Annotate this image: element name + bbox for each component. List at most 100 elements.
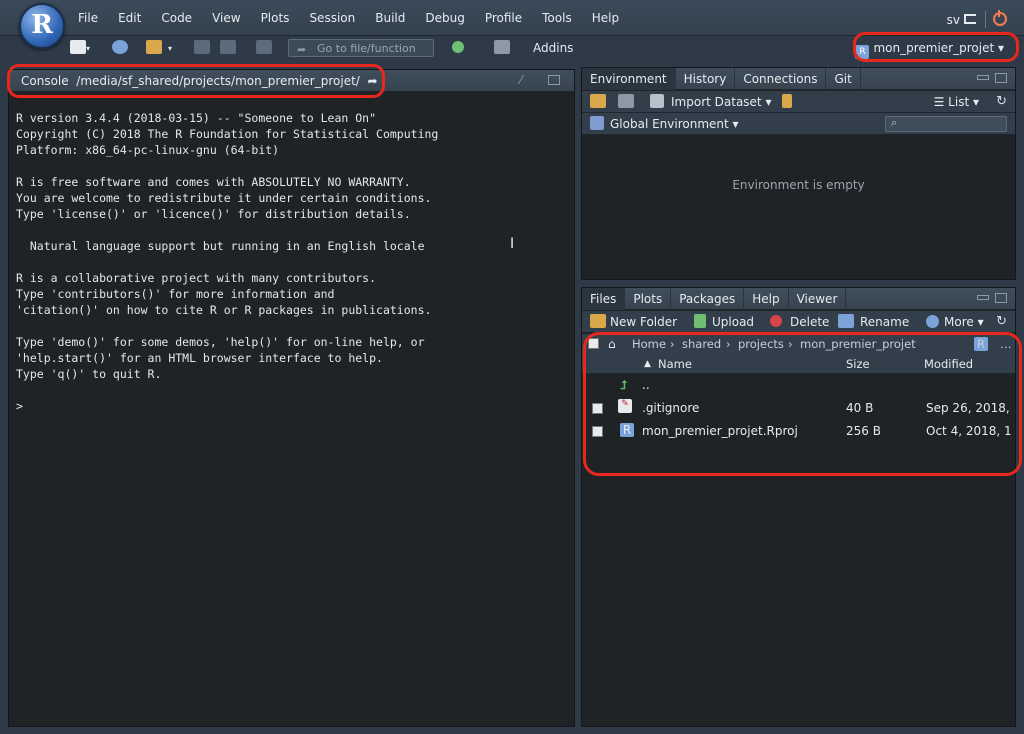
breadcrumb: ⌂ Home › shared › projects › mon_premier… — [582, 334, 1015, 354]
maximize-icon[interactable] — [995, 73, 1007, 83]
rstudio-logo: R — [19, 3, 65, 49]
files-tabbar: Files Plots Packages Help Viewer — [582, 288, 1015, 310]
maximize-icon[interactable] — [995, 293, 1007, 303]
rproj-icon: R — [620, 423, 634, 437]
files-pane: Files Plots Packages Help Viewer New Fol… — [581, 287, 1016, 727]
menu-tools[interactable]: Tools — [542, 11, 572, 25]
tab-help[interactable]: Help — [744, 288, 789, 310]
delete-button[interactable]: Delete — [790, 315, 829, 329]
chevron-down-icon[interactable]: ▾ — [86, 44, 94, 53]
menu-bar: File Edit Code View Plots Session Build … — [0, 0, 1024, 36]
tab-environment[interactable]: Environment — [582, 68, 676, 90]
save-icon[interactable] — [194, 40, 210, 54]
env-search-input[interactable]: ⌕ — [885, 116, 1007, 132]
files-toolbar: New Folder Upload Delete Rename More ▾ ↻ — [582, 311, 1015, 333]
divider — [985, 11, 986, 28]
clear-console-icon[interactable]: ⁄ — [520, 73, 522, 87]
new-file-icon[interactable] — [70, 40, 86, 54]
load-workspace-icon[interactable] — [590, 94, 606, 108]
grid-layout-icon[interactable] — [494, 40, 510, 54]
open-file-icon[interactable] — [146, 40, 162, 54]
col-size[interactable]: Size — [846, 357, 870, 371]
sort-asc-icon: ▲ — [644, 359, 651, 369]
delete-icon — [770, 315, 782, 327]
breadcrumb-separator: › — [670, 337, 675, 351]
col-modified[interactable]: Modified — [924, 357, 973, 371]
git-icon[interactable] — [452, 41, 464, 53]
new-project-icon[interactable] — [112, 40, 128, 54]
menu-profile[interactable]: Profile — [485, 11, 522, 25]
maximize-icon[interactable] — [548, 75, 560, 85]
list-item[interactable]: ⮥ .. — [582, 374, 1015, 397]
tab-packages[interactable]: Packages — [671, 288, 745, 310]
files-header: ▲ Name Size Modified — [582, 354, 1015, 374]
menu-build[interactable]: Build — [375, 11, 405, 25]
menu-plots[interactable]: Plots — [261, 11, 290, 25]
tab-plots[interactable]: Plots — [625, 288, 672, 310]
select-all-checkbox[interactable] — [588, 338, 599, 349]
search-icon: ⌕ — [891, 116, 898, 129]
menu-session[interactable]: Session — [309, 11, 355, 25]
minimize-icon[interactable] — [977, 75, 989, 80]
file-modified: Oct 4, 2018, 1 — [926, 424, 1012, 438]
breadcrumb-shared[interactable]: shared — [682, 337, 721, 351]
menu-code[interactable]: Code — [161, 11, 192, 25]
upload-button[interactable]: Upload — [712, 315, 754, 329]
menu-file[interactable]: File — [78, 11, 98, 25]
tab-connections[interactable]: Connections — [735, 68, 827, 90]
signout-icon[interactable] — [964, 14, 976, 24]
list-item[interactable]: R mon_premier_projet.Rproj 256 B Oct 4, … — [582, 420, 1015, 443]
tab-git[interactable]: Git — [826, 68, 861, 90]
console-path: /media/sf_shared/projects/mon_premier_pr… — [76, 74, 360, 88]
import-dataset-button[interactable]: Import Dataset ▾ — [671, 95, 771, 109]
broom-icon[interactable] — [782, 94, 792, 108]
file-name[interactable]: mon_premier_projet.Rproj — [642, 424, 798, 438]
refresh-icon[interactable]: ↻ — [996, 314, 1007, 329]
minimize-icon[interactable] — [977, 295, 989, 300]
file-name[interactable]: .gitignore — [642, 401, 699, 415]
console-header: Console /media/sf_shared/projects/mon_pr… — [9, 70, 574, 92]
tab-history[interactable]: History — [676, 68, 736, 90]
breadcrumb-home[interactable]: Home — [632, 337, 666, 351]
environment-icon — [590, 116, 604, 130]
addins-menu[interactable]: Addins — [533, 41, 573, 55]
menu-debug[interactable]: Debug — [425, 11, 464, 25]
menu-view[interactable]: View — [212, 11, 240, 25]
chevron-down-icon[interactable]: ▾ — [168, 44, 176, 53]
tab-files[interactable]: Files — [582, 288, 626, 310]
list-item[interactable]: ✎ .gitignore 40 B Sep 26, 2018, — [582, 397, 1015, 420]
parent-folder-link[interactable]: .. — [642, 378, 650, 392]
col-name[interactable]: Name — [658, 357, 692, 371]
print-icon[interactable] — [256, 40, 272, 54]
row-checkbox[interactable] — [592, 426, 603, 437]
more-button[interactable]: More ▾ — [944, 315, 984, 329]
menu-edit[interactable]: Edit — [118, 11, 141, 25]
text-file-icon: ✎ — [618, 399, 632, 413]
global-env-select[interactable]: Global Environment ▾ — [610, 117, 739, 131]
console-output[interactable]: R version 3.4.4 (2018-03-15) -- "Someone… — [16, 110, 438, 414]
username: sv — [946, 13, 960, 27]
env-empty-message: Environment is empty — [732, 178, 865, 192]
new-folder-button[interactable]: New Folder — [610, 315, 677, 329]
env-toolbar: Import Dataset ▾ ☰ List ▾ ↻ — [582, 91, 1015, 113]
save-workspace-icon[interactable] — [618, 94, 634, 108]
breadcrumb-projects[interactable]: projects — [738, 337, 784, 351]
list-view-button[interactable]: ☰ List ▾ — [934, 95, 979, 109]
breadcrumb-current[interactable]: mon_premier_projet — [800, 337, 916, 351]
env-tabbar: Environment History Connections Git — [582, 68, 1015, 90]
more-dots-icon[interactable]: … — [1000, 337, 1012, 351]
go-to-project-icon[interactable]: R — [974, 337, 988, 351]
rename-button[interactable]: Rename — [860, 315, 909, 329]
tab-viewer[interactable]: Viewer — [789, 288, 847, 310]
import-dataset-icon[interactable] — [650, 94, 664, 108]
refresh-icon[interactable]: ↻ — [996, 94, 1007, 109]
project-menu[interactable]: Rmon_premier_projet ▾ — [855, 41, 1004, 59]
save-all-icon[interactable] — [220, 40, 236, 54]
row-checkbox[interactable] — [592, 403, 603, 414]
menu-help[interactable]: Help — [592, 11, 619, 25]
console-pane: Console /media/sf_shared/projects/mon_pr… — [8, 69, 575, 727]
goto-file-input[interactable]: ➦ Go to file/function — [288, 39, 434, 57]
power-icon[interactable] — [993, 10, 1007, 26]
file-size: 256 B — [846, 424, 881, 438]
env-scope-bar: Global Environment ▾ ⌕ — [582, 113, 1015, 135]
